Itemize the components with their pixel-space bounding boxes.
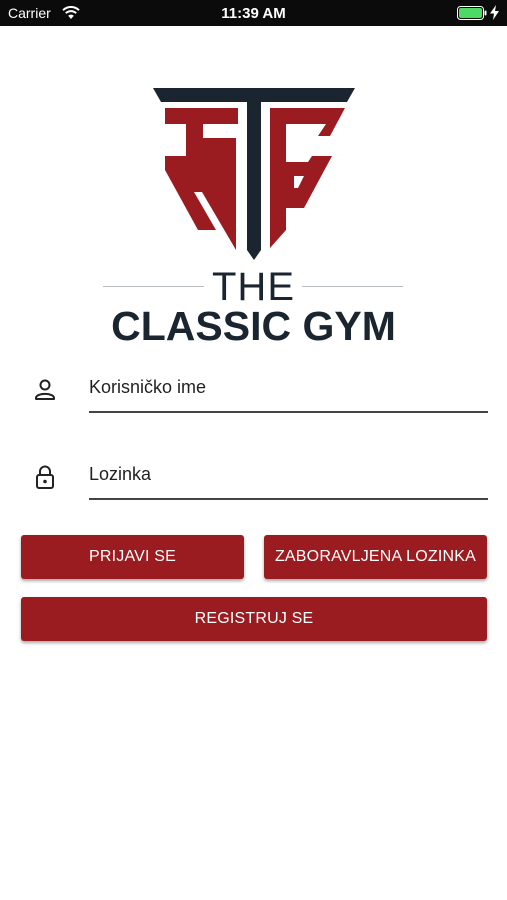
logo-divider-right (302, 286, 403, 287)
username-underline (89, 411, 488, 413)
username-input[interactable] (89, 369, 487, 405)
lock-icon (32, 464, 58, 490)
username-field (22, 369, 488, 419)
password-field (22, 456, 488, 506)
forgot-password-button[interactable]: ZABORAVLJENA LOZINKA (264, 535, 487, 579)
register-button[interactable]: REGISTRUJ SE (21, 597, 487, 641)
login-button[interactable]: PRIJAVI SE (21, 535, 244, 579)
clock: 11:39 AM (221, 5, 286, 22)
user-icon (32, 377, 58, 403)
password-input[interactable] (89, 456, 487, 492)
status-bar: Carrier 11:39 AM (0, 0, 507, 26)
battery-icon (457, 6, 487, 25)
logo-gym-name: CLASSIC GYM (111, 303, 396, 349)
password-underline (89, 498, 488, 500)
charging-bolt-icon (490, 5, 499, 25)
